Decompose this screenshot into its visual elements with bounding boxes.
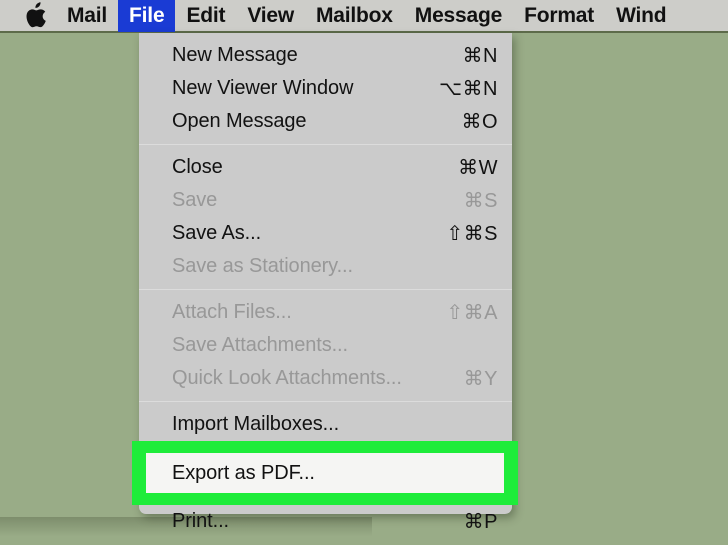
menu-item-attach-files: Attach Files... ⇧⌘A (139, 296, 512, 329)
menubar-item-file[interactable]: File (118, 0, 176, 32)
menu-separator (139, 144, 512, 145)
menu-item-import-mailboxes[interactable]: Import Mailboxes... (139, 408, 512, 441)
menubar-item-mailbox[interactable]: Mailbox (305, 0, 404, 32)
menu-item-label: New Viewer Window (172, 77, 354, 99)
apple-logo-icon (24, 2, 47, 29)
menu-item-label: New Message (172, 44, 298, 66)
menu-item-quick-look-attachments: Quick Look Attachments... ⌘Y (139, 362, 512, 395)
menu-item-new-message[interactable]: New Message ⌘N (139, 39, 512, 72)
menu-item-open-message[interactable]: Open Message ⌘O (139, 105, 512, 138)
menubar-item-window[interactable]: Wind (605, 0, 677, 32)
menu-item-label: Save as Stationery... (172, 255, 353, 277)
menubar-item-view[interactable]: View (236, 0, 305, 32)
menu-item-shortcut: ⇧⌘S (446, 223, 498, 245)
menu-item-label: Export as PDF... (172, 461, 315, 484)
menu-item-shortcut: ⌘O (461, 111, 498, 133)
menu-item-save: Save ⌘S (139, 184, 512, 217)
menu-item-shortcut: ⌘W (458, 157, 498, 179)
menubar-item-message[interactable]: Message (404, 0, 513, 32)
menu-item-save-as-stationery: Save as Stationery... (139, 250, 512, 283)
menu-item-label: Import Mailboxes... (172, 413, 340, 435)
file-dropdown-menu: New Message ⌘N New Viewer Window ⌥⌘N Ope… (132, 33, 518, 533)
menu-item-shortcut: ⇧⌘A (446, 302, 498, 324)
menubar-item-format[interactable]: Format (513, 0, 605, 32)
menu-item-label: Save As... (172, 222, 262, 244)
menu-item-save-attachments: Save Attachments... (139, 329, 512, 362)
green-highlight-annotation: Export as PDF... (132, 441, 518, 505)
menu-item-label: Open Message (172, 110, 307, 132)
menu-bar: Mail File Edit View Mailbox Message Form… (0, 0, 728, 33)
menu-item-print[interactable]: Print... ⌘P (139, 505, 512, 538)
menu-item-shortcut: ⌘Y (463, 368, 498, 390)
menu-item-shortcut: ⌘S (463, 190, 498, 212)
menu-separator (139, 401, 512, 402)
menubar-item-mail[interactable]: Mail (56, 0, 118, 32)
menu-item-label: Print... (172, 510, 229, 532)
menu-item-label: Save (172, 189, 218, 211)
menu-item-label: Attach Files... (172, 301, 292, 323)
menu-item-label: Close (172, 156, 223, 178)
menu-item-save-as[interactable]: Save As... ⇧⌘S (139, 217, 512, 250)
menu-item-label: Quick Look Attachments... (172, 367, 402, 389)
menubar-item-edit[interactable]: Edit (175, 0, 236, 32)
menu-item-close[interactable]: Close ⌘W (139, 151, 512, 184)
menu-item-shortcut: ⌘P (463, 511, 498, 533)
menu-item-new-viewer-window[interactable]: New Viewer Window ⌥⌘N (139, 72, 512, 105)
export-as-pdf-slot: Export as PDF... (132, 441, 518, 505)
menu-item-shortcut: ⌘N (462, 45, 498, 67)
menu-item-label: Save Attachments... (172, 334, 348, 356)
menu-separator (139, 289, 512, 290)
apple-menu-button[interactable] (0, 0, 56, 32)
menu-item-export-as-pdf[interactable]: Export as PDF... (146, 453, 504, 493)
menu-item-shortcut: ⌥⌘N (439, 78, 498, 100)
